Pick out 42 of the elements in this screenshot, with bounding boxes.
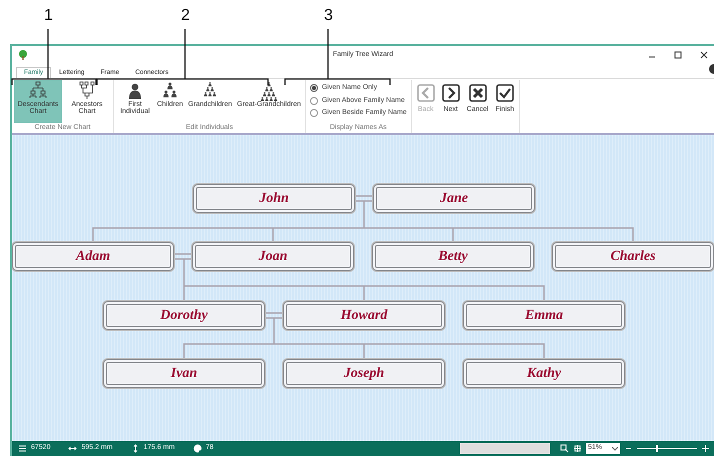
slider-thumb[interactable] (656, 445, 658, 452)
callout-number: 3 (324, 8, 333, 24)
couple-connector-line (174, 253, 194, 260)
name-plate: John (193, 184, 355, 213)
name-plate: Jane (373, 184, 535, 213)
zoom-icon[interactable] (560, 444, 569, 453)
zoom-slider[interactable] (637, 443, 697, 454)
people-pyramid-icon (258, 81, 279, 101)
callout-number: 2 (181, 8, 190, 24)
name-plate: Dorothy (103, 301, 265, 330)
checkmark-icon (496, 84, 514, 102)
help-icon[interactable] (708, 64, 714, 74)
width-arrow-icon (68, 444, 78, 453)
name-plate: Emma (463, 301, 625, 330)
name-plate: Adam (12, 242, 174, 271)
caret-icon (612, 446, 618, 450)
name-plate: Joan (192, 242, 354, 271)
radio-button[interactable] (310, 96, 318, 105)
height-arrow-icon (130, 444, 140, 453)
name-plate: Betty (372, 242, 534, 271)
next-icon (442, 84, 460, 102)
radio-button[interactable] (310, 84, 318, 92)
cancel-icon (468, 84, 487, 102)
stitch-count-icon (18, 444, 27, 453)
callout-number: 1 (44, 8, 53, 24)
name-plate: Charles (552, 242, 714, 271)
back-icon (416, 84, 435, 102)
fit-icon[interactable] (573, 444, 582, 453)
palette-icon (192, 444, 202, 453)
radio-button[interactable] (310, 109, 318, 118)
close-icon[interactable] (700, 51, 708, 59)
name-plate: Ivan (103, 359, 265, 388)
name-plate: Joseph (283, 359, 445, 388)
zoom-in-icon[interactable] (701, 444, 710, 453)
tree-chart-icon (28, 81, 48, 101)
couple-connector-line (354, 195, 374, 202)
name-plate: Howard (283, 301, 445, 330)
name-plate: Kathy (463, 359, 625, 388)
maximize-icon[interactable] (674, 51, 682, 59)
tree-icon (18, 50, 28, 60)
couple-connector-line (264, 312, 284, 319)
tree-chart-icon (77, 81, 97, 101)
